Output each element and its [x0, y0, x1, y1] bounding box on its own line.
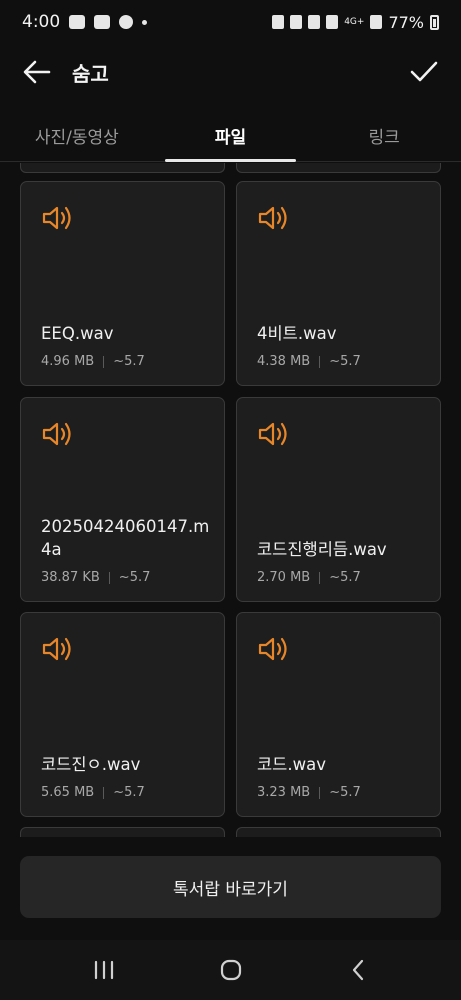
check-icon [410, 61, 438, 82]
cloud-notification-icon [119, 15, 134, 29]
talk-notification-icon [69, 15, 86, 29]
more-notifications-dot-icon [142, 19, 148, 25]
speaker-icon [42, 206, 71, 230]
tab-label: 사진/동영상 [34, 128, 119, 148]
partial-card-bottom-left[interactable] [20, 827, 225, 837]
file-name: EEQ.wav [41, 324, 114, 343]
file-size: 3.23 MB [257, 785, 311, 800]
file-expiry: ~5.7 [113, 354, 145, 369]
partial-card-top-left[interactable] [20, 163, 225, 173]
file-card[interactable]: 20250424060147.m4a 38.87 KB ~5.7 [20, 397, 225, 602]
file-card[interactable]: 코드진행리듬.wav 2.70 MB ~5.7 [236, 397, 441, 602]
file-name: 코드.wav [257, 755, 326, 774]
page-title: 숨고 [72, 61, 109, 86]
confirm-button[interactable] [407, 55, 441, 89]
meta-divider [319, 355, 321, 368]
meta-divider [103, 786, 105, 799]
meta-divider [319, 786, 321, 799]
file-expiry: ~5.7 [329, 570, 361, 585]
file-expiry: ~5.7 [329, 785, 361, 800]
status-time: 4:00 [22, 12, 61, 32]
home-icon [220, 959, 241, 981]
network-type-label: 4G+ [344, 17, 365, 27]
file-grid[interactable]: EEQ.wav 4.96 MB ~5.7 4비트.wav 4.38 MB ~5.… [0, 163, 461, 839]
drawer-shortcut-label: 톡서랍 바로가기 [173, 879, 288, 900]
file-card[interactable]: EEQ.wav 4.96 MB ~5.7 [20, 181, 225, 386]
partial-card-top-right[interactable] [236, 163, 441, 173]
signal-strength-icon [370, 15, 383, 29]
file-size: 2.70 MB [257, 570, 311, 585]
recent-apps-button[interactable] [84, 950, 124, 990]
system-nav-bar [0, 940, 461, 1000]
screenshot-status-icon [272, 15, 285, 29]
alarm-status-icon [290, 15, 303, 29]
signal-roaming-icon [326, 15, 339, 29]
file-size: 4.38 MB [257, 354, 311, 369]
status-bar: 4:00 4G+ 77% [0, 0, 461, 44]
meta-divider [108, 571, 110, 584]
battery-icon [430, 14, 439, 30]
file-size: 5.65 MB [41, 785, 95, 800]
file-card[interactable]: 코드.wav 3.23 MB ~5.7 [236, 612, 441, 817]
bluetooth-status-icon [308, 15, 321, 29]
tab-label: 링크 [368, 128, 400, 148]
speaker-icon [42, 637, 71, 661]
file-size: 38.87 KB [41, 570, 100, 585]
recent-apps-icon [94, 960, 113, 980]
file-expiry: ~5.7 [329, 354, 361, 369]
file-name: 20250424060147.m4a [41, 517, 210, 559]
meta-divider [319, 571, 321, 584]
speaker-icon [258, 206, 287, 230]
back-button[interactable] [20, 55, 54, 89]
home-button[interactable] [211, 950, 251, 990]
chevron-left-icon [352, 959, 363, 981]
drawer-shortcut-button[interactable]: 톡서랍 바로가기 [20, 856, 441, 918]
gallery-notification-icon [94, 15, 111, 29]
file-size: 4.96 MB [41, 354, 95, 369]
tab-bar: 사진/동영상 파일 링크 [0, 110, 461, 162]
meta-divider [103, 355, 105, 368]
tab-files[interactable]: 파일 [154, 110, 308, 162]
battery-percent: 77% [388, 12, 424, 32]
tab-label: 파일 [214, 128, 247, 148]
file-name: 4비트.wav [257, 324, 337, 343]
partial-card-bottom-right[interactable] [236, 827, 441, 837]
speaker-icon [42, 422, 71, 446]
back-arrow-icon [23, 60, 51, 84]
nav-back-button[interactable] [338, 950, 378, 990]
file-card[interactable]: 4비트.wav 4.38 MB ~5.7 [236, 181, 441, 386]
tab-photos-videos[interactable]: 사진/동영상 [0, 110, 154, 161]
tab-links[interactable]: 링크 [307, 110, 461, 161]
file-name: 코드진행리듬.wav [257, 540, 387, 559]
speaker-icon [258, 637, 287, 661]
speaker-icon [258, 422, 287, 446]
file-expiry: ~5.7 [113, 785, 145, 800]
file-name: 코드진ㅇ.wav [41, 755, 141, 774]
file-expiry: ~5.7 [118, 570, 151, 585]
file-card[interactable]: 코드진ㅇ.wav 5.65 MB ~5.7 [20, 612, 225, 817]
app-bar: 숨고 [0, 44, 461, 100]
